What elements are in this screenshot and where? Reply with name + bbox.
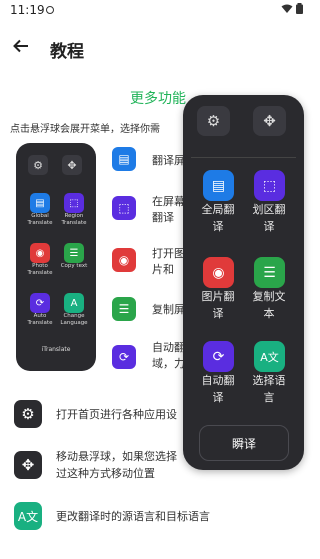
mini-item-label: Region Translate	[61, 213, 87, 226]
bottom-item-text: 移动悬浮球，如果您选择	[56, 450, 177, 463]
arrow-left-icon	[13, 39, 28, 53]
camera-icon: ◉	[30, 243, 50, 263]
panel-item-photo-translate[interactable]: ◉ 图片翻译	[198, 257, 238, 322]
mini-item: ◉ Photo Translate	[23, 243, 57, 277]
global-icon: ▤	[112, 147, 136, 171]
global-icon: ▤	[30, 193, 50, 213]
region-icon: ⬚	[112, 196, 136, 220]
move-button[interactable]: ✥	[253, 106, 286, 136]
language-icon: A文	[254, 341, 285, 372]
mini-item-label: Global Translate	[27, 213, 53, 226]
panel-item-label: 自动翻译	[201, 374, 235, 404]
region-icon: ⬚	[254, 170, 285, 201]
back-button[interactable]	[12, 36, 30, 60]
instant-translate-button[interactable]: 瞬译	[199, 425, 289, 461]
panel-item-label: 复制文本	[252, 290, 286, 320]
panel-item-label: 图片翻译	[201, 290, 235, 320]
mini-item: ⟳ Auto Translate	[23, 293, 57, 327]
intro-text: 点击悬浮球会展开菜单，选择你需	[10, 124, 160, 135]
bottom-item-text-line2: 过这种方式移动位置	[56, 467, 155, 480]
mini-item-label: Copy text	[60, 263, 88, 269]
panel-item-label: 选择语言	[252, 374, 286, 404]
copy-icon: ☰	[254, 257, 285, 288]
gear-icon: ⚙	[14, 400, 42, 428]
language-icon: A	[64, 293, 84, 313]
camera-icon: ◉	[112, 248, 136, 272]
panel-item-copy-text[interactable]: ☰ 复制文本	[249, 257, 289, 322]
copy-icon: ☰	[112, 297, 136, 321]
mini-item-label: Change Language	[60, 313, 88, 326]
move-icon: ✥	[62, 155, 82, 175]
settings-button[interactable]: ⚙	[197, 106, 230, 136]
region-icon: ⬚	[64, 193, 84, 213]
auto-icon: ⟳	[112, 345, 136, 369]
gear-icon: ⚙	[28, 155, 48, 175]
wifi-icon	[281, 4, 293, 13]
language-icon: A文	[14, 502, 42, 530]
panel-item-global-translate[interactable]: ▤ 全局翻译	[198, 170, 238, 235]
mini-item: A Change Language	[57, 293, 91, 327]
mini-item-label: Photo Translate	[27, 263, 53, 276]
battery-icon	[296, 3, 303, 14]
bottom-item-text: 打开首页进行各种应用设	[56, 408, 177, 421]
divider	[191, 157, 296, 158]
camera-icon: ◉	[203, 257, 234, 288]
page-title: 教程	[50, 42, 84, 62]
mini-item: ⬚ Region Translate	[57, 193, 91, 227]
panel-item-auto-translate[interactable]: ⟳ 自动翻译	[198, 341, 238, 406]
bottom-item-text: 更改翻译时的源语言和目标语言	[56, 510, 210, 523]
status-time: 11:19	[10, 3, 45, 17]
auto-icon: ⟳	[203, 341, 234, 372]
panel-item-label: 划区翻译	[252, 203, 286, 233]
mini-footer: iTranslate	[41, 346, 71, 353]
section-title: 更多功能	[130, 91, 186, 107]
panel-item-select-language[interactable]: A文 选择语言	[249, 341, 289, 406]
mini-panel-illustration: ⚙ ✥ ▤ Global Translate ⬚ Region Translat…	[16, 143, 96, 371]
move-icon: ✥	[14, 451, 42, 479]
move-icon: ✥	[263, 112, 276, 130]
mini-item-label: Auto Translate	[27, 313, 53, 326]
panel-item-label: 全局翻译	[201, 203, 235, 233]
gear-icon: ⚙	[206, 112, 221, 130]
global-icon: ▤	[203, 170, 234, 201]
auto-icon: ⟳	[30, 293, 50, 313]
panel-item-region-translate[interactable]: ⬚ 划区翻译	[249, 170, 289, 235]
status-icons	[281, 3, 303, 14]
copy-icon: ☰	[64, 243, 84, 263]
status-notification-icon	[46, 6, 54, 14]
mini-item: ☰ Copy text	[57, 243, 91, 270]
mini-item: ▤ Global Translate	[23, 193, 57, 227]
